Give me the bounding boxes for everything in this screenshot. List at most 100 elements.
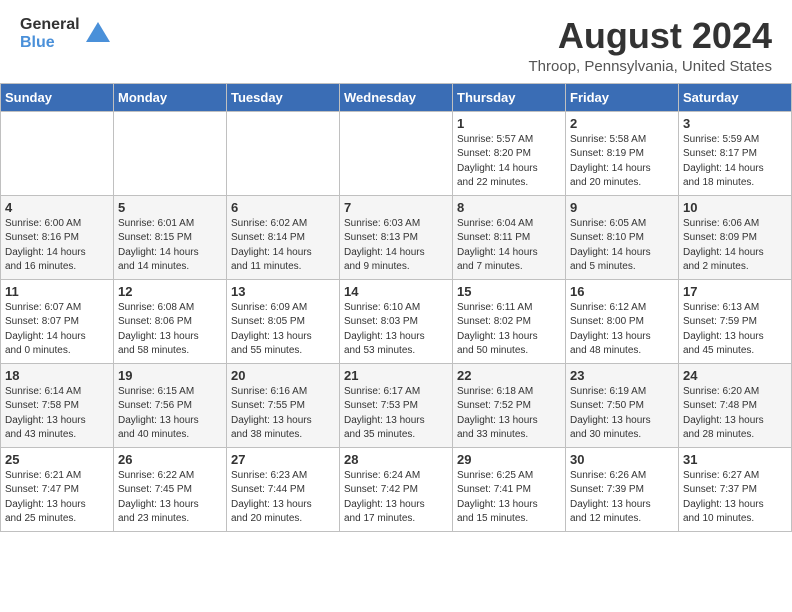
calendar-cell: 29 Sunrise: 6:25 AM Sunset: 7:41 PM Dayli… bbox=[453, 447, 566, 531]
day-number: 31 bbox=[683, 452, 787, 467]
header-cell-thursday: Thursday bbox=[453, 83, 566, 111]
cell-content: Sunrise: 5:59 AM Sunset: 8:17 PM Dayligh… bbox=[683, 133, 787, 191]
day-number: 17 bbox=[683, 284, 787, 299]
cell-content: Sunrise: 6:27 AM Sunset: 7:37 PM Dayligh… bbox=[683, 469, 787, 527]
day-number: 21 bbox=[344, 368, 448, 383]
cell-content: Sunrise: 6:13 AM Sunset: 7:59 PM Dayligh… bbox=[683, 301, 787, 359]
day-number: 25 bbox=[5, 452, 109, 467]
week-row-1: 1Sunrise: 5:57 AM Sunset: 8:20 PM Daylig… bbox=[1, 111, 792, 195]
header-cell-monday: Monday bbox=[114, 83, 227, 111]
calendar-cell bbox=[1, 111, 114, 195]
calendar-table: SundayMondayTuesdayWednesdayThursdayFrid… bbox=[0, 83, 792, 532]
cell-content: Sunrise: 6:23 AM Sunset: 7:44 PM Dayligh… bbox=[231, 469, 335, 527]
cell-content: Sunrise: 6:14 AM Sunset: 7:58 PM Dayligh… bbox=[5, 385, 109, 443]
day-number: 20 bbox=[231, 368, 335, 383]
day-number: 15 bbox=[457, 284, 561, 299]
calendar-cell: 13Sunrise: 6:09 AM Sunset: 8:05 PM Dayli… bbox=[227, 279, 340, 363]
cell-content: Sunrise: 6:00 AM Sunset: 8:16 PM Dayligh… bbox=[5, 217, 109, 275]
calendar-cell: 17 Sunrise: 6:13 AM Sunset: 7:59 PM Dayli… bbox=[679, 279, 792, 363]
cell-content: Sunrise: 6:21 AM Sunset: 7:47 PM Dayligh… bbox=[5, 469, 109, 527]
cell-content: Sunrise: 6:25 AM Sunset: 7:41 PM Dayligh… bbox=[457, 469, 561, 527]
calendar-cell: 25 Sunrise: 6:21 AM Sunset: 7:47 PM Dayli… bbox=[1, 447, 114, 531]
header-cell-friday: Friday bbox=[566, 83, 679, 111]
day-number: 7 bbox=[344, 200, 448, 215]
cell-content: Sunrise: 6:24 AM Sunset: 7:42 PM Dayligh… bbox=[344, 469, 448, 527]
day-number: 19 bbox=[118, 368, 222, 383]
day-number: 14 bbox=[344, 284, 448, 299]
cell-content: Sunrise: 6:16 AM Sunset: 7:55 PM Dayligh… bbox=[231, 385, 335, 443]
cell-content: Sunrise: 6:17 AM Sunset: 7:53 PM Dayligh… bbox=[344, 385, 448, 443]
calendar-cell: 24Sunrise: 6:20 AM Sunset: 7:48 PM Dayli… bbox=[679, 363, 792, 447]
cell-content: Sunrise: 6:09 AM Sunset: 8:05 PM Dayligh… bbox=[231, 301, 335, 359]
day-number: 27 bbox=[231, 452, 335, 467]
calendar-cell: 22 Sunrise: 6:18 AM Sunset: 7:52 PM Dayli… bbox=[453, 363, 566, 447]
calendar-body: 1Sunrise: 5:57 AM Sunset: 8:20 PM Daylig… bbox=[1, 111, 792, 531]
day-number: 12 bbox=[118, 284, 222, 299]
header-row: SundayMondayTuesdayWednesdayThursdayFrid… bbox=[1, 83, 792, 111]
calendar-cell: 16Sunrise: 6:12 AM Sunset: 8:00 PM Dayli… bbox=[566, 279, 679, 363]
cell-content: Sunrise: 6:08 AM Sunset: 8:06 PM Dayligh… bbox=[118, 301, 222, 359]
day-number: 18 bbox=[5, 368, 109, 383]
cell-content: Sunrise: 6:05 AM Sunset: 8:10 PM Dayligh… bbox=[570, 217, 674, 275]
header-cell-sunday: Sunday bbox=[1, 83, 114, 111]
calendar-cell bbox=[340, 111, 453, 195]
day-number: 29 bbox=[457, 452, 561, 467]
day-number: 16 bbox=[570, 284, 674, 299]
day-number: 10 bbox=[683, 200, 787, 215]
day-number: 22 bbox=[457, 368, 561, 383]
calendar-cell: 18 Sunrise: 6:14 AM Sunset: 7:58 PM Dayli… bbox=[1, 363, 114, 447]
calendar-cell: 1Sunrise: 5:57 AM Sunset: 8:20 PM Daylig… bbox=[453, 111, 566, 195]
day-number: 26 bbox=[118, 452, 222, 467]
calendar-cell: 11 Sunrise: 6:07 AM Sunset: 8:07 PM Dayli… bbox=[1, 279, 114, 363]
day-number: 28 bbox=[344, 452, 448, 467]
cell-content: Sunrise: 6:22 AM Sunset: 7:45 PM Dayligh… bbox=[118, 469, 222, 527]
logo: General Blue bbox=[20, 16, 112, 51]
calendar-cell: 30 Sunrise: 6:26 AM Sunset: 7:39 PM Dayli… bbox=[566, 447, 679, 531]
week-row-4: 18 Sunrise: 6:14 AM Sunset: 7:58 PM Dayli… bbox=[1, 363, 792, 447]
cell-content: Sunrise: 6:03 AM Sunset: 8:13 PM Dayligh… bbox=[344, 217, 448, 275]
calendar-cell: 5 Sunrise: 6:01 AM Sunset: 8:15 PM Daylig… bbox=[114, 195, 227, 279]
cell-content: Sunrise: 6:19 AM Sunset: 7:50 PM Dayligh… bbox=[570, 385, 674, 443]
day-number: 30 bbox=[570, 452, 674, 467]
calendar-cell: 12 Sunrise: 6:08 AM Sunset: 8:06 PM Dayli… bbox=[114, 279, 227, 363]
cell-content: Sunrise: 6:02 AM Sunset: 8:14 PM Dayligh… bbox=[231, 217, 335, 275]
cell-content: Sunrise: 6:10 AM Sunset: 8:03 PM Dayligh… bbox=[344, 301, 448, 359]
week-row-2: 4 Sunrise: 6:00 AM Sunset: 8:16 PM Daylig… bbox=[1, 195, 792, 279]
calendar-cell bbox=[114, 111, 227, 195]
day-number: 3 bbox=[683, 116, 787, 131]
cell-content: Sunrise: 6:15 AM Sunset: 7:56 PM Dayligh… bbox=[118, 385, 222, 443]
calendar-cell: 31 Sunrise: 6:27 AM Sunset: 7:37 PM Dayli… bbox=[679, 447, 792, 531]
day-number: 23 bbox=[570, 368, 674, 383]
logo-text: General Blue bbox=[20, 16, 80, 51]
cell-content: Sunrise: 6:11 AM Sunset: 8:02 PM Dayligh… bbox=[457, 301, 561, 359]
day-number: 24 bbox=[683, 368, 787, 383]
calendar-cell: 2Sunrise: 5:58 AM Sunset: 8:19 PM Daylig… bbox=[566, 111, 679, 195]
day-number: 5 bbox=[118, 200, 222, 215]
day-number: 4 bbox=[5, 200, 109, 215]
location: Throop, Pennsylvania, United States bbox=[529, 58, 772, 75]
calendar-cell: 7 Sunrise: 6:03 AM Sunset: 8:13 PM Daylig… bbox=[340, 195, 453, 279]
calendar-header: SundayMondayTuesdayWednesdayThursdayFrid… bbox=[1, 83, 792, 111]
page-header: General Blue August 2024 Throop, Pennsyl… bbox=[0, 0, 792, 79]
cell-content: Sunrise: 6:07 AM Sunset: 8:07 PM Dayligh… bbox=[5, 301, 109, 359]
day-number: 9 bbox=[570, 200, 674, 215]
logo-blue: Blue bbox=[20, 34, 80, 52]
calendar-cell: 20 Sunrise: 6:16 AM Sunset: 7:55 PM Dayli… bbox=[227, 363, 340, 447]
calendar-cell: 4 Sunrise: 6:00 AM Sunset: 8:16 PM Daylig… bbox=[1, 195, 114, 279]
title-block: August 2024 Throop, Pennsylvania, United… bbox=[529, 16, 772, 75]
calendar-cell: 21 Sunrise: 6:17 AM Sunset: 7:53 PM Dayli… bbox=[340, 363, 453, 447]
cell-content: Sunrise: 5:57 AM Sunset: 8:20 PM Dayligh… bbox=[457, 133, 561, 191]
calendar-cell: 14 Sunrise: 6:10 AM Sunset: 8:03 PM Dayli… bbox=[340, 279, 453, 363]
week-row-3: 11 Sunrise: 6:07 AM Sunset: 8:07 PM Dayli… bbox=[1, 279, 792, 363]
logo-icon bbox=[84, 20, 112, 48]
cell-content: Sunrise: 5:58 AM Sunset: 8:19 PM Dayligh… bbox=[570, 133, 674, 191]
calendar-cell: 28 Sunrise: 6:24 AM Sunset: 7:42 PM Dayli… bbox=[340, 447, 453, 531]
cell-content: Sunrise: 6:18 AM Sunset: 7:52 PM Dayligh… bbox=[457, 385, 561, 443]
cell-content: Sunrise: 6:01 AM Sunset: 8:15 PM Dayligh… bbox=[118, 217, 222, 275]
logo-general: General bbox=[20, 16, 80, 34]
calendar-cell: 15 Sunrise: 6:11 AM Sunset: 8:02 PM Dayli… bbox=[453, 279, 566, 363]
cell-content: Sunrise: 6:26 AM Sunset: 7:39 PM Dayligh… bbox=[570, 469, 674, 527]
day-number: 11 bbox=[5, 284, 109, 299]
day-number: 8 bbox=[457, 200, 561, 215]
calendar-cell: 3 Sunrise: 5:59 AM Sunset: 8:17 PM Daylig… bbox=[679, 111, 792, 195]
